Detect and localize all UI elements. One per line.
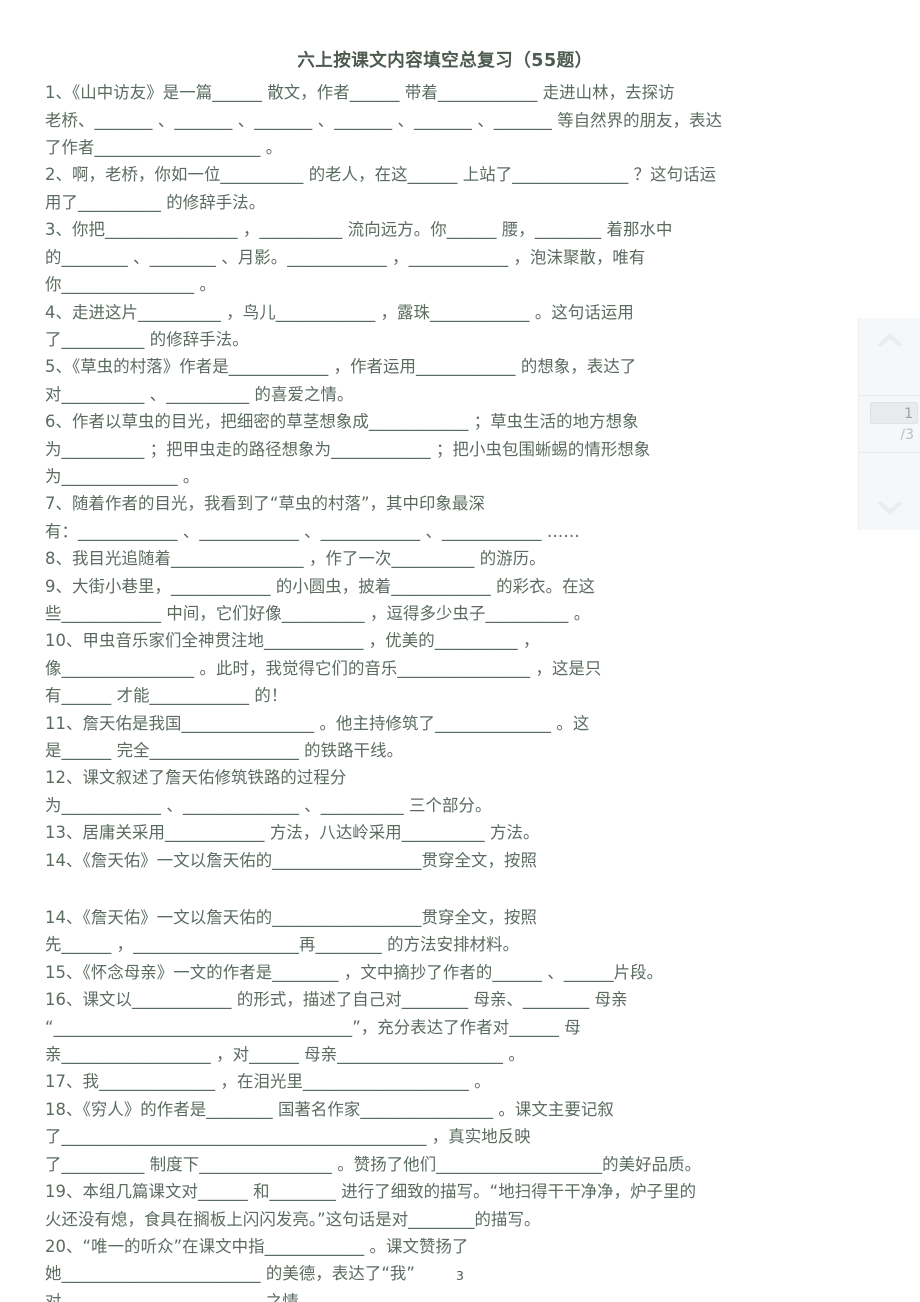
- question-line: 17、我______________ ，在泪光里________________…: [45, 1072, 491, 1092]
- question-line: 6、作者以草虫的目光，把细密的草茎想象成____________ ；草虫生活的地…: [45, 412, 639, 432]
- question-line: 5、《草虫的村落》作者是____________ ，作者运用__________…: [45, 357, 637, 377]
- question-line: 有______ 才能____________ 的！: [45, 686, 288, 706]
- question-line: 15、《怀念母亲》一文的作者是________ ，文中摘抄了作者的______ …: [45, 962, 664, 982]
- question-line: 像________________ 。此时，我觉得它们的音乐__________…: [45, 658, 602, 678]
- question-line: 了__________ 的修辞手法。: [45, 329, 249, 349]
- total-pages-label: /3: [900, 427, 914, 443]
- question-line: 了_______________________________________…: [45, 1127, 531, 1147]
- question-line: 20、“唯一的听众”在课文中指____________ 。课文赞扬了: [45, 1236, 469, 1256]
- question-line: 是______ 完全__________________ 的铁路干线。: [45, 741, 404, 760]
- question-line: 用了__________ 的修辞手法。: [45, 192, 266, 212]
- page-title: 六上按课文内容填空总复习（55题）: [297, 51, 593, 71]
- question-line: 先______ ，____________________再________ 的…: [45, 935, 520, 955]
- question-line: 9、大街小巷里，____________ 的小圆虫，披着____________…: [45, 576, 596, 596]
- question-line: 18、《穷人》的作者是________ 国著名作家_______________…: [45, 1099, 614, 1119]
- question-line: 了__________ 制度下________________ 。赞扬了他们__…: [45, 1154, 702, 1174]
- question-line: 8、我目光追随着________________ ，作了一次__________…: [45, 549, 546, 569]
- question-line: 4、走进这片__________ ，鸟儿____________ ，露珠____…: [45, 302, 634, 322]
- question-line: 1、《山中访友》是一篇______ 散文，作者______ 带着________…: [45, 83, 675, 103]
- question-line: 14、《詹天佑》一文以詹天佑的__________________贯穿全文，按照: [45, 908, 537, 928]
- question-line: 老桥、_______ 、_______ 、_______ 、_______ 、_…: [45, 110, 723, 130]
- document-body: 六上按课文内容填空总复习（55题） 1、《山中访友》是一篇______ 散文，作…: [45, 48, 835, 1302]
- question-line: “____________________________________”，充…: [45, 1017, 581, 1037]
- question-line: 10、甲虫音乐家们全神贯注地____________ ，优美的_________…: [45, 631, 540, 651]
- page-navigator[interactable]: 1 /3: [858, 318, 920, 530]
- question-line: 16、课文以____________ 的形式，描述了自己对________ 母亲…: [45, 990, 628, 1010]
- page-number: 3: [456, 1268, 464, 1283]
- question-line: 7、随着作者的目光，我看到了“草虫的村落”，其中印象最深: [45, 494, 485, 514]
- question-line: 对________________________ 之情。: [45, 1291, 316, 1302]
- chevron-down-icon[interactable]: [873, 494, 907, 522]
- question-line: 为______________ 。: [45, 466, 200, 486]
- page-input-group[interactable]: 1 /3: [859, 395, 920, 453]
- question-line: 些____________ 中间，它们好像__________ ，逗得多少虫子_…: [45, 603, 591, 623]
- question-line: 3、你把________________ ，__________ 流向远方。你_…: [45, 220, 673, 240]
- question-line: 对__________ 、__________ 的喜爱之情。: [45, 384, 354, 404]
- question-line: 19、本组几篇课文对______ 和________ 进行了细致的描写。“地扫得…: [45, 1182, 697, 1202]
- fill-in-questions: 1、《山中访友》是一篇______ 散文，作者______ 带着________…: [45, 79, 835, 1302]
- question-line: 为____________ 、______________ 、_________…: [45, 795, 492, 815]
- document-page: 六上按课文内容填空总复习（55题） 1、《山中访友》是一篇______ 散文，作…: [0, 0, 920, 1302]
- page-number-input[interactable]: 1: [870, 402, 918, 424]
- section-gap: [45, 874, 835, 904]
- question-line: 13、居庸关采用____________ 方法，八达岭采用__________ …: [45, 823, 540, 843]
- question-line: 为__________ ；把甲虫走的路径想象为____________ ；把小虫…: [45, 439, 651, 459]
- question-line: 的________ 、________ 、月影。____________ ，__…: [45, 247, 646, 267]
- question-line: 12、课文叙述了詹天佑修筑铁路的过程分: [45, 768, 347, 788]
- chevron-up-icon[interactable]: [873, 326, 907, 354]
- question-line: 了作者____________________ 。: [45, 138, 283, 158]
- question-line: 11、詹天佑是我国________________ 。他主持修筑了_______…: [45, 713, 590, 733]
- question-line: 你________________ 。: [45, 275, 217, 295]
- question-line: 亲__________________ ，对______ 母亲_________…: [45, 1045, 525, 1065]
- question-line: 14、《詹天佑》一文以詹天佑的__________________贯穿全文，按照: [45, 850, 537, 870]
- question-line: 有：____________ 、____________ 、__________…: [45, 521, 580, 541]
- question-line: 火还没有熄，食具在搁板上闪闪发亮。”这句话是对________的描写。: [45, 1209, 541, 1229]
- question-line: 2、啊，老桥，你如一位__________ 的老人，在这______ 上站了__…: [45, 165, 717, 185]
